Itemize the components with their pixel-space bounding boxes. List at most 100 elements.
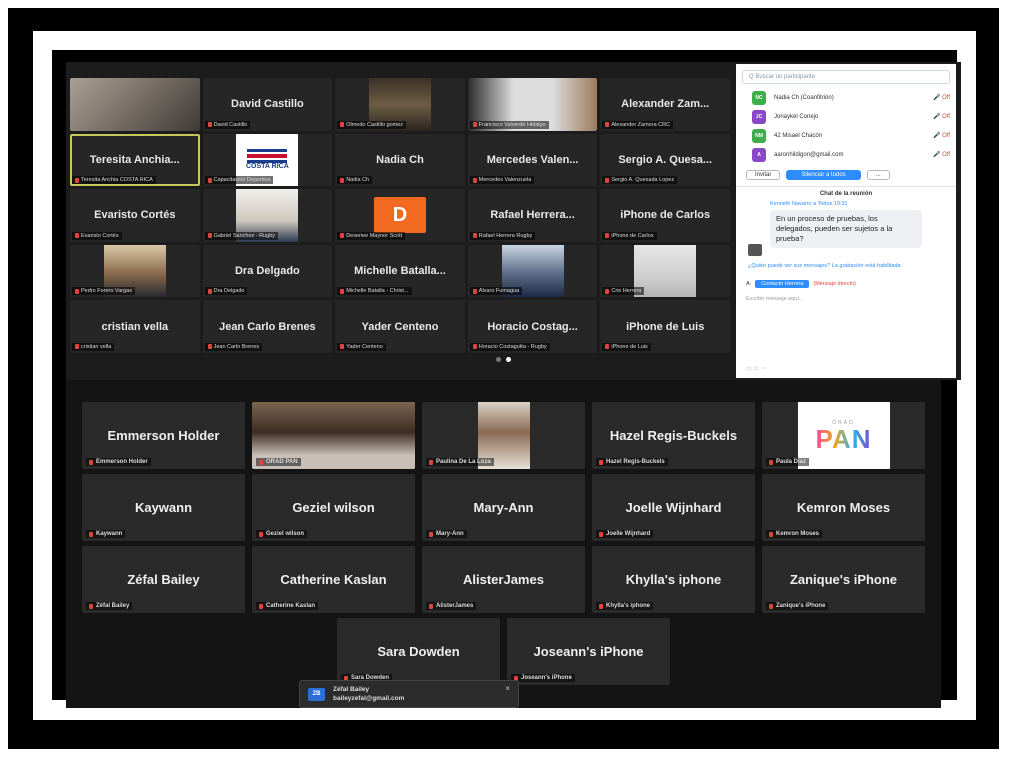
- participant-tile[interactable]: Mercedes Valen... Mercedes Valenzuela: [467, 133, 598, 187]
- participant-tile[interactable]: COSTA RICA Capacitacion Deportiva: [202, 133, 333, 187]
- participant-caption: AlisterJames: [426, 602, 477, 610]
- participant-row-name: Nadia Ch (Coanfitrión): [774, 94, 834, 101]
- mute-all-button[interactable]: Silenciar a todos: [786, 170, 861, 180]
- page-indicator: [496, 357, 511, 362]
- participant-tile[interactable]: Nadia Ch Nadia Ch: [335, 133, 465, 187]
- more-options-button[interactable]: ...: [866, 170, 890, 180]
- participant-tile[interactable]: Jean Carlo Brenes Jean Carlo Brenes: [202, 300, 333, 353]
- mic-video-off-icon[interactable]: 🎤 Off: [933, 132, 950, 139]
- close-icon[interactable]: ×: [505, 684, 510, 693]
- participant-caption: Paulina De La Loza: [426, 458, 494, 466]
- participant-name: Khylla's iphone: [625, 572, 722, 587]
- invite-button[interactable]: Invitar: [746, 170, 781, 180]
- mic-muted-icon: [472, 177, 477, 183]
- caption-text: Khylla's iphone: [606, 603, 651, 609]
- participant-tile[interactable]: iPhone de Carlos iPhone de Carlos: [600, 189, 730, 242]
- caption-text: Rafael Herrera Rugby: [478, 232, 533, 239]
- participant-tile[interactable]: Gabriel Sanchez - Rugby: [202, 189, 333, 242]
- participant-tile[interactable]: Rafael Herrera... Rafael Herrera Rugby: [467, 189, 598, 242]
- participant-row[interactable]: JC Jonaykel Conejo 🎤 Off: [736, 107, 956, 126]
- participant-tile[interactable]: Hazel Regis-Buckels Hazel Regis-Buckels: [592, 402, 755, 469]
- caption-text: Emmerson Holder: [96, 459, 148, 465]
- participant-tile[interactable]: cristian vella cristian vella: [70, 300, 200, 353]
- participant-name: Zanique's iPhone: [789, 572, 898, 587]
- participant-caption: Zanique's iPhone: [766, 602, 829, 610]
- chat-visibility-notice[interactable]: ¿Quién puede ver sus mensajes? La grabac…: [736, 248, 956, 274]
- participant-actions: Invitar Silenciar a todos ...: [736, 164, 956, 187]
- participant-tile[interactable]: Paulina De La Loza: [422, 402, 585, 469]
- recipient-select[interactable]: Contacto Herrera: [755, 280, 810, 288]
- participant-row[interactable]: NC Nadia Ch (Coanfitrión) 🎤 Off: [736, 88, 956, 107]
- participant-tile[interactable]: Kaywann Kaywann: [82, 474, 245, 541]
- participant-tile[interactable]: [70, 78, 200, 131]
- caption-text: Nadia Ch: [346, 177, 370, 184]
- participant-row[interactable]: NM 42 Misael Chacón 🎤 Off: [736, 126, 956, 145]
- mic-muted-icon: [340, 288, 345, 294]
- participant-row[interactable]: Aaaronhildigon@gmail.com 🎤 Off: [736, 145, 956, 164]
- mic-video-off-icon[interactable]: 🎤 Off: [933, 151, 950, 158]
- mic-muted-icon: [605, 122, 610, 128]
- participant-tile[interactable]: ORAD PAN: [252, 402, 415, 469]
- participant-tile[interactable]: Cris Herrera: [600, 244, 730, 298]
- caption-text: Capacitacion Deportiva: [213, 177, 271, 184]
- page-dot-2[interactable]: [506, 357, 511, 362]
- participant-tile[interactable]: D Deseriee Maynor Scott: [335, 189, 465, 242]
- top-participant-grid: David Castillo David Castillo Olmedo Casti…: [70, 78, 730, 353]
- participant-tile[interactable]: ORAD PAN Paula Diaz: [762, 402, 925, 469]
- participant-tile[interactable]: Zanique's iPhone Zanique's iPhone: [762, 546, 925, 613]
- participant-tile[interactable]: Joelle Wijnhard Joelle Wijnhard: [592, 474, 755, 541]
- participant-caption: Horacio Costagutta - Rugby: [469, 342, 550, 351]
- participant-tile[interactable]: Mary-Ann Mary-Ann: [422, 474, 585, 541]
- mic-video-off-icon[interactable]: 🎤 Off: [933, 94, 950, 101]
- participant-caption: Kemron Moses: [766, 530, 823, 538]
- participant-tile[interactable]: Geziel wilson Geziel wilson: [252, 474, 415, 541]
- mic-video-off-icon[interactable]: 🎤 Off: [933, 113, 950, 120]
- participant-tile[interactable]: Emmerson Holder Emmerson Holder: [82, 402, 245, 469]
- page-dot-1[interactable]: [496, 357, 501, 362]
- participant-tile[interactable]: Teresita Anchia... Teresita Anchia COSTA …: [70, 133, 200, 187]
- caption-text: Catherine Kaslan: [266, 603, 316, 609]
- participant-tile[interactable]: iPhone de Luis iPhone de Luis: [600, 300, 730, 353]
- mic-muted-icon: [75, 233, 79, 239]
- emoji-icon[interactable]: ☺: [753, 366, 759, 372]
- caption-text: Hazel Regis-Buckels: [606, 459, 665, 465]
- participant-name: Dra Delgado: [234, 265, 300, 278]
- more-chat-icon[interactable]: ⋯: [761, 366, 767, 372]
- participant-tile[interactable]: Sara Dowden Sara Dowden: [337, 618, 500, 685]
- chat-message-input[interactable]: Escribir mensaje aquí...: [736, 294, 956, 304]
- participant-search-input[interactable]: Q Buscar un participante: [742, 70, 950, 84]
- participant-tile[interactable]: AlisterJames AlisterJames: [422, 546, 585, 613]
- participant-tile[interactable]: Sergio A. Quesa... Sergio A. Quesada Lope…: [600, 133, 730, 187]
- participant-tile[interactable]: David Castillo David Castillo: [202, 78, 333, 131]
- participant-tile[interactable]: Evaristo Cortés Evaristo Cortés: [70, 189, 200, 242]
- participant-caption: Paula Diaz: [766, 458, 810, 466]
- file-icon[interactable]: ▭: [746, 366, 752, 372]
- participant-caption: Kaywann: [86, 530, 126, 538]
- participant-tile[interactable]: Horacio Costag... Horacio Costagutta - Ru…: [467, 300, 598, 353]
- participant-tile[interactable]: Francisco Valverde Hidalgo: [467, 78, 598, 131]
- caption-text: Kemron Moses: [776, 531, 820, 537]
- participant-caption: Joseann's iPhone: [511, 674, 575, 682]
- participant-name: Geziel wilson: [292, 500, 375, 515]
- participant-tile[interactable]: Michelle Batalla... Michelle Batalla - Ch…: [335, 244, 465, 298]
- caption-text: AlisterJames: [436, 603, 474, 609]
- participant-tile[interactable]: Catherine Kaslan Catherine Kaslan: [252, 546, 415, 613]
- participant-caption: Dra Delgado: [204, 287, 248, 296]
- to-label: A:: [746, 281, 752, 287]
- flag-text: COSTA RICA: [246, 163, 289, 171]
- participant-tile[interactable]: Dra Delgado Dra Delgado: [202, 244, 333, 298]
- participant-tile[interactable]: Alexander Zam... Alexander Zamora CRC: [600, 78, 730, 131]
- participant-name: Sara Dowden: [377, 644, 460, 659]
- participant-tile[interactable]: Olmedo Castillo gomez: [335, 78, 465, 131]
- participant-name: Nadia Ch: [376, 153, 424, 166]
- participant-tile[interactable]: Alvaro Fumagua: [467, 244, 598, 298]
- participant-tile[interactable]: Yader Centeno Yader Centeno: [335, 300, 465, 353]
- participant-caption: Zéfal Bailey: [86, 602, 133, 610]
- participant-tile[interactable]: Khylla's iphone Khylla's iphone: [592, 546, 755, 613]
- mic-muted-icon: [207, 177, 212, 183]
- participant-tile[interactable]: Pedro Forero Vargas: [70, 244, 200, 298]
- participant-tile[interactable]: Zéfal Bailey Zéfal Bailey: [82, 546, 245, 613]
- mic-muted-icon: [259, 603, 263, 609]
- participant-tile[interactable]: Joseann's iPhone Joseann's iPhone: [507, 618, 670, 685]
- participant-tile[interactable]: Kemron Moses Kemron Moses: [762, 474, 925, 541]
